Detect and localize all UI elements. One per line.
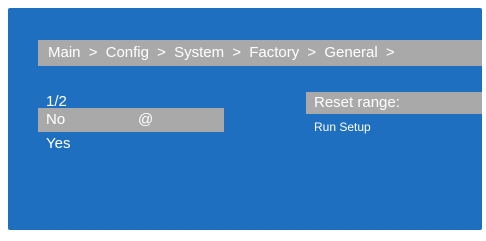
breadcrumb-factory[interactable]: Factory — [249, 40, 299, 66]
breadcrumb-separator: > — [307, 44, 317, 61]
breadcrumb-general[interactable]: General — [324, 40, 377, 66]
side-panel-title-text: Reset range: — [314, 94, 400, 111]
option-label: Yes — [46, 135, 71, 152]
breadcrumb-separator: > — [385, 44, 395, 61]
device-screen: Main > Config > System > Factory > Gener… — [8, 8, 482, 230]
breadcrumb: Main > Config > System > Factory > Gener… — [38, 40, 482, 66]
breadcrumb-system[interactable]: System — [174, 40, 224, 66]
current-value-marker: @ — [138, 111, 154, 128]
option-label: No — [46, 111, 66, 128]
side-panel-title: Reset range: — [306, 92, 482, 114]
side-panel-item-run-setup[interactable]: Run Setup — [314, 120, 371, 134]
breadcrumb-separator: > — [232, 44, 242, 61]
breadcrumb-separator: > — [157, 44, 166, 61]
breadcrumb-config[interactable]: Config — [106, 40, 149, 66]
option-yes[interactable]: Yes — [38, 132, 224, 156]
breadcrumb-main[interactable]: Main — [48, 40, 81, 66]
option-no[interactable]: No @ — [38, 108, 224, 132]
breadcrumb-separator: > — [88, 44, 98, 61]
